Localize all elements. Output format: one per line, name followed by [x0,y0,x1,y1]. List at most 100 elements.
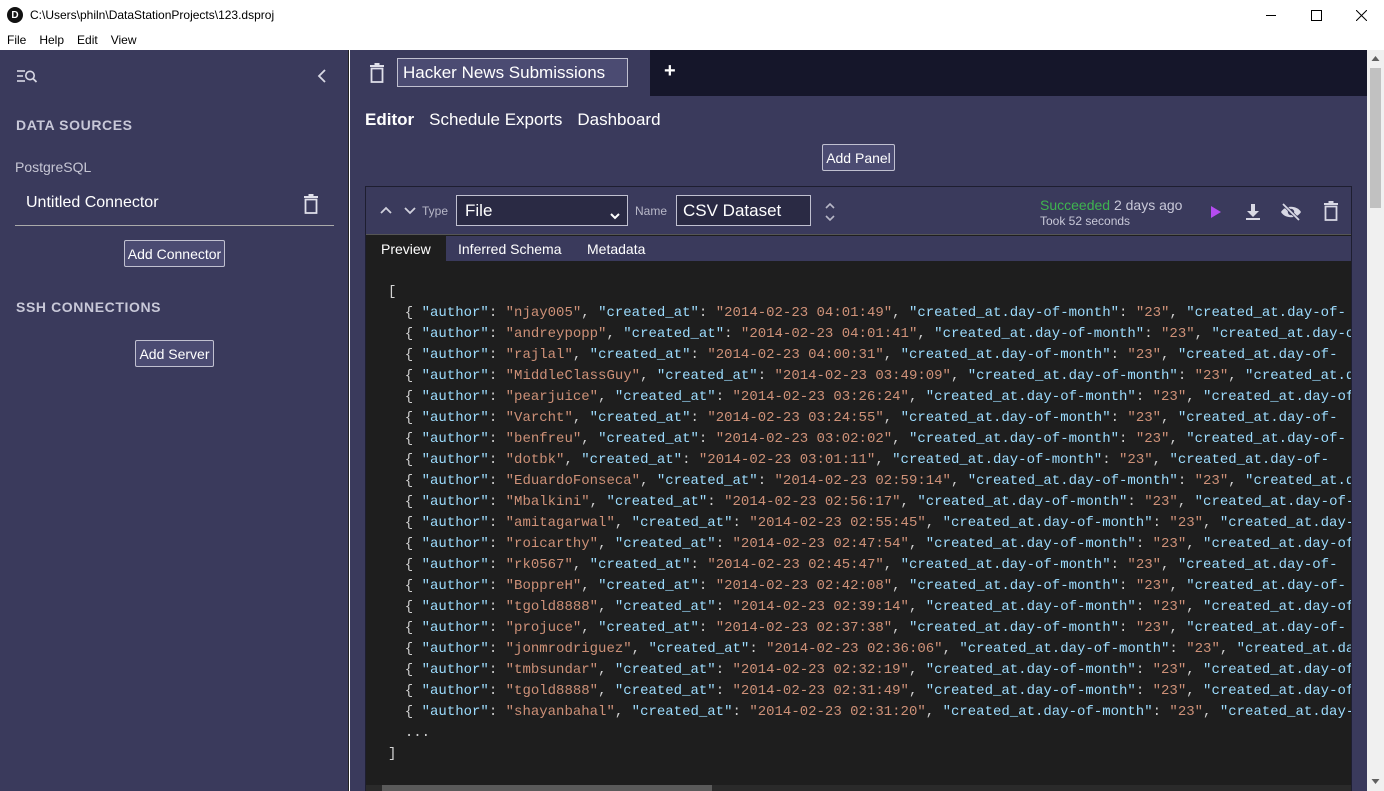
trash-icon[interactable] [303,194,319,214]
json-key: "created_at.day-of- [1186,431,1346,447]
app-logo-icon: D [7,7,23,23]
json-key: "created_at.day-of- [1186,305,1346,321]
menu-edit[interactable]: Edit [70,33,104,47]
json-key: "created_at.day-of-month" [908,431,1120,447]
panel-name-input[interactable]: CSV Dataset [676,195,811,226]
vertical-scrollbar[interactable] [1367,50,1384,791]
menu-view[interactable]: View [104,33,143,47]
json-key: "author" [421,368,489,384]
json-day-of-month-value: "23" [1127,410,1162,426]
json-key: "created_at.day-of- [1203,389,1351,405]
chevron-up-icon[interactable] [379,203,393,217]
json-day-of-month-value: "23" [1186,641,1220,657]
json-author-value: "rk0567" [505,557,573,573]
json-key: "author" [421,704,489,720]
json-key: "created_at.day-of-month" [967,368,1178,384]
add-panel-button[interactable]: Add Panel [822,144,895,171]
json-key: "author" [421,578,489,594]
json-day-of-month-value: "23" [1119,452,1153,468]
tab-inferred-schema[interactable]: Inferred Schema [443,236,577,261]
resize-vertical-icon[interactable] [824,201,836,223]
project-title-input[interactable] [397,58,628,87]
json-key: "author" [421,410,489,426]
json-key: "created_at" [598,620,699,636]
json-key: "created_at" [589,410,691,426]
list-search-icon[interactable] [16,68,38,86]
json-author-value: "jonmrodriguez" [505,641,632,657]
json-key: "created_at" [606,494,708,510]
chevron-down-icon[interactable] [403,203,417,217]
json-key: "author" [421,683,489,699]
json-row: { "author": "rajlal", "created_at": "201… [388,347,1338,363]
json-key: "author" [421,536,489,552]
horizontal-scroll-thumb[interactable] [382,785,712,791]
tab-schedule-exports[interactable]: Schedule Exports [429,110,562,130]
panel-type-select[interactable]: File [456,195,628,226]
json-key: "created_at" [614,683,716,699]
json-row: { "author": "tmbsundar", "created_at": "… [388,660,1351,681]
tab-dashboard[interactable]: Dashboard [577,110,660,130]
json-row: { "author": "amitagarwal", "created_at":… [388,513,1351,534]
horizontal-scrollbar[interactable] [366,785,1351,791]
tab-preview[interactable]: Preview [366,236,446,261]
eye-off-icon[interactable] [1280,201,1302,223]
chevron-down-icon [610,206,620,220]
json-key: "created_at" [598,578,699,594]
json-row: { "author": "roicarthy", "created_at": "… [388,534,1351,555]
json-created-at-value: "2014-02-23 03:26:24" [732,389,909,405]
json-key: "author" [421,431,489,447]
trash-icon[interactable] [1323,201,1345,223]
json-author-value: "rajlal" [505,347,573,363]
data-sources-heading: DATA SOURCES [16,117,133,133]
connector-item[interactable]: Untitled Connector [15,186,334,226]
vertical-scroll-thumb[interactable] [1370,68,1381,208]
json-created-at-value: "2014-02-23 02:31:49" [732,683,909,699]
scroll-up-icon[interactable] [1371,54,1380,63]
json-created-at-value: "2014-02-23 04:01:41" [740,326,918,342]
tab-metadata[interactable]: Metadata [572,236,660,261]
json-created-at-value: "2014-02-23 03:49:09" [774,368,951,384]
json-created-at-value: "2014-02-23 02:36:06" [766,641,943,657]
project-tab-strip: + [350,50,1367,96]
json-author-value: "tgold8888" [505,683,599,699]
json-author-value: "EduardoFonseca" [505,473,641,489]
json-key: "created_at.day-of- [1203,599,1351,615]
json-key: "created_at" [631,515,733,531]
maximize-button[interactable] [1293,0,1339,30]
scroll-down-icon[interactable] [1371,777,1380,786]
json-key: "created_at" [598,431,699,447]
json-author-value: "njay005" [505,305,582,321]
json-day-of-month-value: "23" [1135,431,1170,447]
json-created-at-value: "2014-02-23 02:59:14" [774,473,951,489]
json-key: "created_at.day-of- [1169,452,1330,468]
project-tab[interactable] [350,50,650,96]
play-icon[interactable] [1204,201,1226,223]
tab-editor[interactable]: Editor [365,110,414,130]
add-connector-button[interactable]: Add Connector [124,240,225,267]
json-ellipsis-text: ... [404,725,431,741]
json-key: "created_at.day-of-month" [908,305,1120,321]
new-tab-button[interactable]: + [664,60,676,83]
status-succeeded: Succeeded [1040,197,1111,213]
chevron-left-icon[interactable] [314,67,330,85]
json-day-of-month-value: "23" [1161,326,1195,342]
menu-help[interactable]: Help [32,33,70,47]
json-key: "created_at.day-of-month" [925,536,1136,552]
json-key: "author" [421,599,489,615]
add-server-button[interactable]: Add Server [135,340,214,367]
json-preview: [ { "author": "njay005", "created_at": "… [388,282,1351,765]
minimize-button[interactable] [1248,0,1294,30]
json-key: "author" [421,326,489,342]
json-day-of-month-value: "23" [1194,368,1229,384]
close-icon [1355,9,1367,21]
json-key: "created_at" [589,347,691,363]
json-created-at-value: "2014-02-23 02:37:38" [715,620,893,636]
connector-name[interactable]: Untitled Connector [26,194,159,212]
download-icon[interactable] [1242,201,1264,223]
json-key: "created_at" [656,473,758,489]
menu-file[interactable]: File [0,33,32,47]
close-window-button[interactable] [1338,0,1384,30]
json-key: "created_at.day-of- [1194,494,1351,510]
status-time: 2 days ago [1113,197,1183,213]
trash-icon[interactable] [369,63,385,83]
